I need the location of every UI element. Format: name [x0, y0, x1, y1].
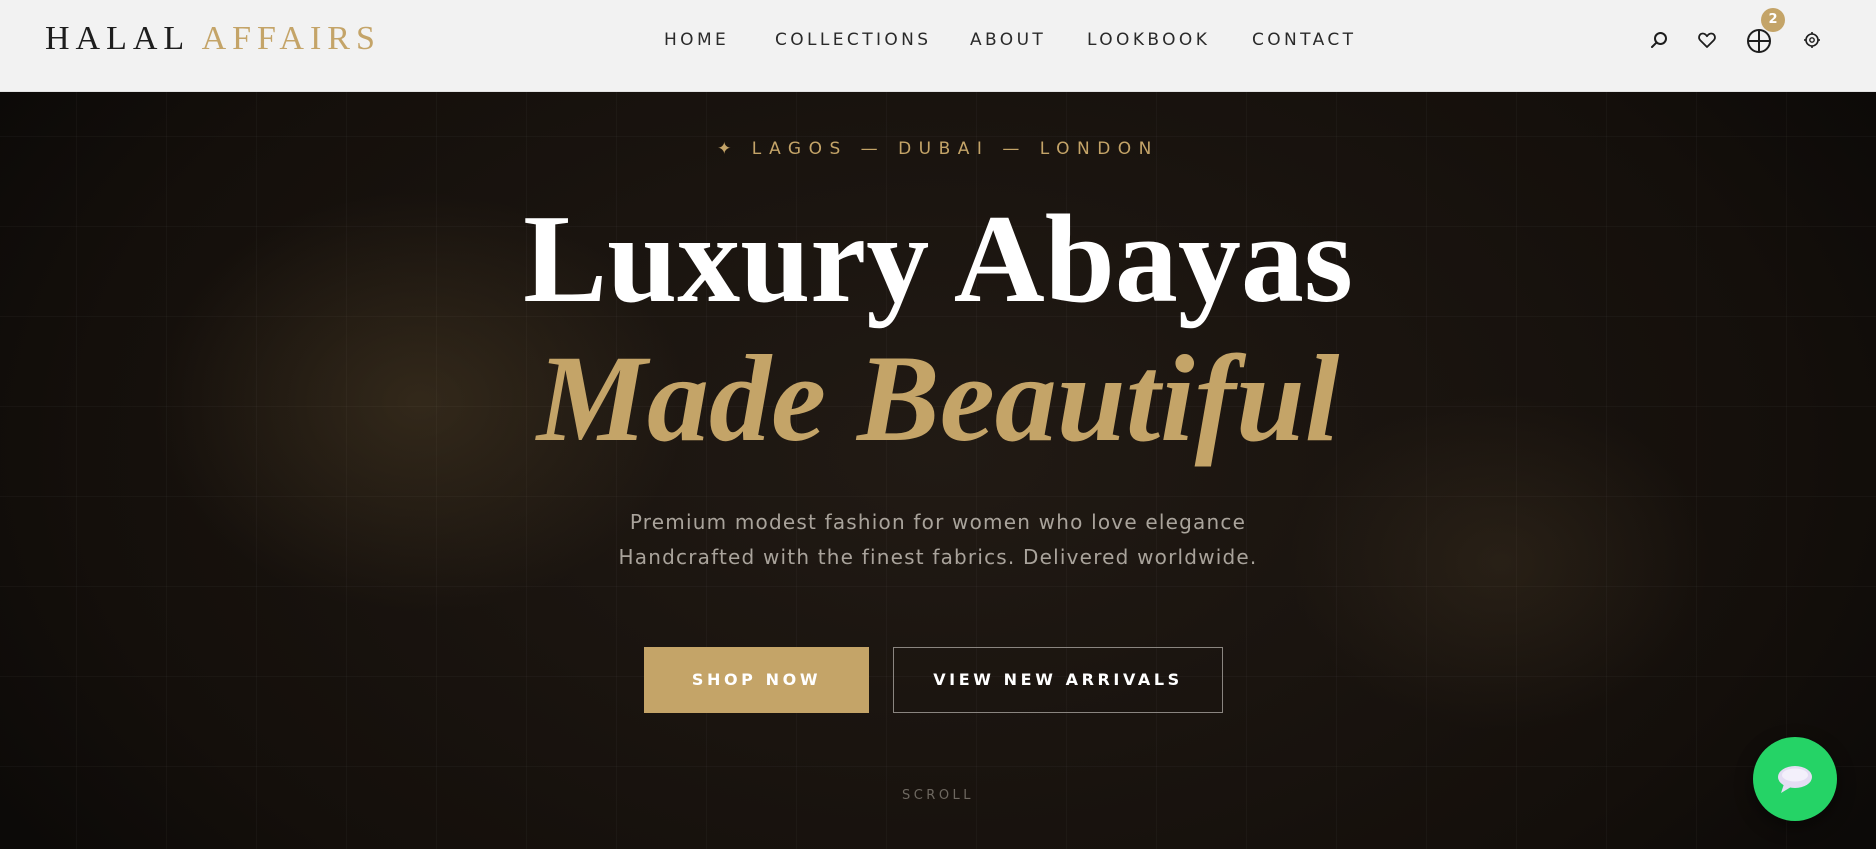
hero-headline: Luxury Abayas [523, 190, 1353, 329]
cart-count-badge: 2 [1761, 8, 1785, 32]
header-actions: 2 [0, 8, 1876, 64]
search-icon[interactable] [1649, 30, 1669, 50]
hero-tagline: ✦ LAGOS — DUBAI — LONDON [717, 139, 1159, 159]
hero-subtitle-line1: Premium modest fashion for women who lov… [629, 510, 1247, 534]
scroll-hint[interactable]: SCROLL [0, 788, 1876, 803]
shop-now-button[interactable]: SHOP NOW [644, 647, 869, 713]
hero-section: ✦ LAGOS — DUBAI — LONDON Luxury Abayas M… [0, 92, 1876, 849]
user-icon[interactable] [1803, 31, 1821, 49]
hero-subtitle-line2: Handcrafted with the finest fabrics. Del… [618, 545, 1258, 569]
hero-headline-accent: Made Beautiful [536, 330, 1340, 467]
view-new-arrivals-button[interactable]: VIEW NEW ARRIVALS [893, 647, 1223, 713]
site-header: HALAL AFFAIRS HOME COLLECTIONS ABOUT LOO… [0, 0, 1876, 92]
chat-widget-button[interactable] [1753, 737, 1837, 821]
cart-icon[interactable] [1746, 28, 1772, 54]
heart-icon[interactable] [1697, 30, 1717, 50]
